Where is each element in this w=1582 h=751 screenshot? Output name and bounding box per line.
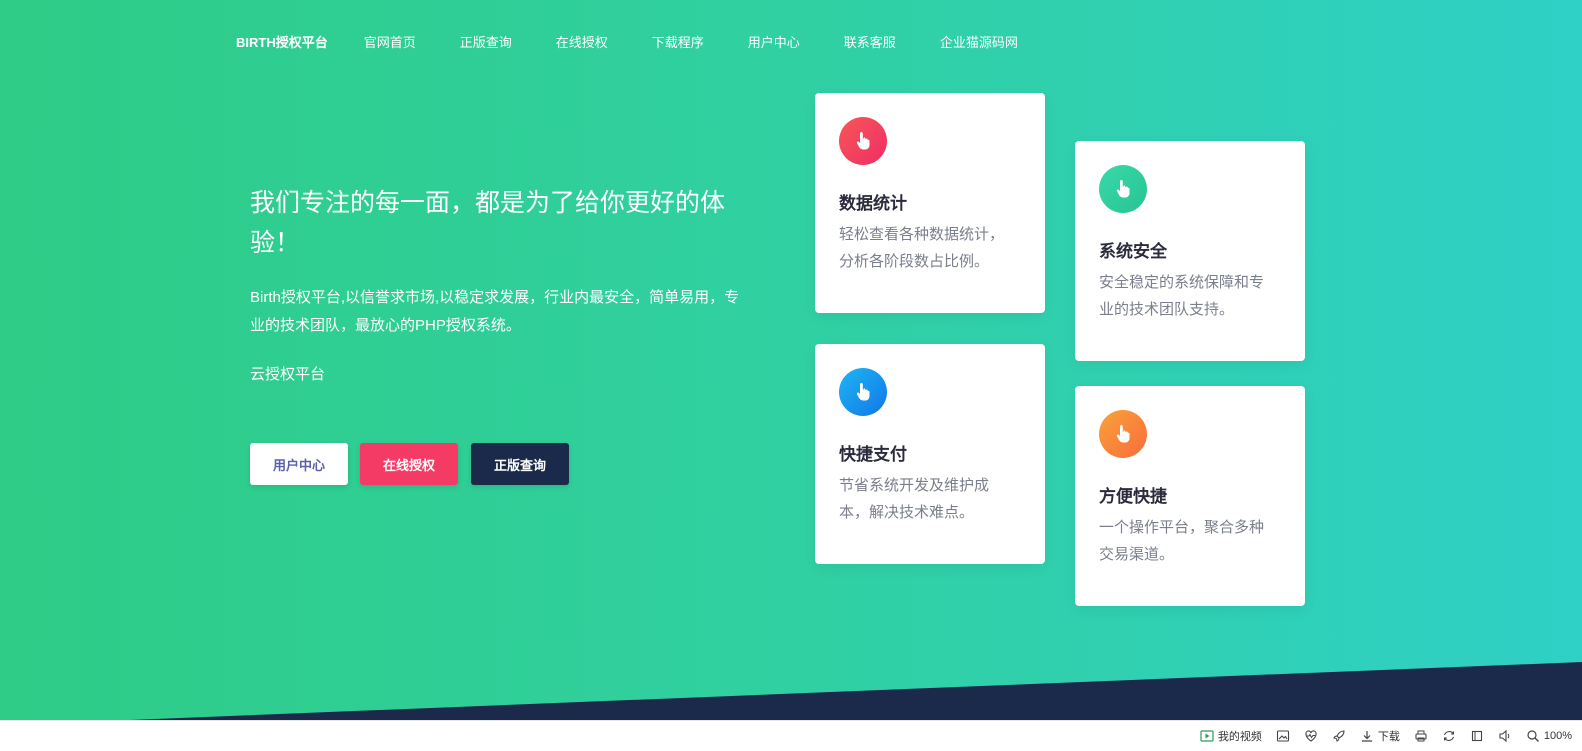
window-icon (1471, 730, 1482, 742)
zoom-level: 100% (1543, 730, 1572, 742)
accelerate-button[interactable] (1332, 729, 1346, 743)
feature-card-data-stats: 数据统计 轻松查看各种数据统计，分析各阶段数占比例。 (815, 93, 1045, 313)
window-button[interactable] (1470, 729, 1484, 743)
my-video-label: 我的视频 (1217, 731, 1262, 743)
feature-title: 数据统计 (839, 194, 907, 213)
feature-title: 快捷支付 (839, 445, 907, 464)
screenshot-button[interactable] (1276, 729, 1290, 743)
my-video-button[interactable]: 我的视频 (1200, 728, 1262, 744)
browser-status-bar: 我的视频 下载 100% (0, 720, 1582, 751)
feature-text: 一个操作平台，聚合多种交易渠道。 (1099, 519, 1265, 563)
hero-section: BIRTH授权平台 官网首页 正版查询 在线授权 下载程序 用户中心 联系客服 … (0, 0, 1582, 720)
print-button[interactable] (1414, 729, 1428, 743)
download-icon (1361, 731, 1372, 742)
health-button[interactable] (1304, 729, 1318, 743)
hero-headline: 我们专注的每一面，都是为了给你更好的体验！ (250, 189, 726, 257)
volume-button[interactable] (1498, 729, 1512, 743)
printer-icon (1415, 730, 1427, 742)
hero-subtitle: 云授权平台 (250, 366, 326, 383)
feature-card-security: 系统安全 安全稳定的系统保障和专业的技术团队支持。 (1075, 141, 1305, 361)
speaker-icon (1499, 729, 1510, 743)
image-icon (1276, 730, 1289, 742)
video-play-icon (1200, 730, 1214, 742)
refresh-sync-icon (1443, 731, 1454, 741)
feature-title: 方便快捷 (1099, 487, 1167, 506)
feature-text: 安全稳定的系统保障和专业的技术团队支持。 (1099, 274, 1265, 318)
download-button[interactable]: 下载 (1360, 728, 1400, 744)
feature-text: 轻松查看各种数据统计，分析各阶段数占比例。 (839, 226, 1005, 270)
nav-item-download[interactable]: 下载程序 (652, 32, 704, 51)
user-center-button[interactable]: 用户中心 (250, 443, 348, 485)
nav-item-contact[interactable]: 联系客服 (844, 32, 896, 51)
feature-title: 系统安全 (1099, 242, 1167, 261)
zoom-button[interactable]: 100% (1526, 729, 1572, 743)
thumbs-up-icon (839, 368, 887, 416)
rocket-icon (1333, 730, 1345, 742)
thumbs-up-icon (1099, 410, 1147, 458)
nav-item-online-auth[interactable]: 在线授权 (556, 32, 608, 51)
brand-logo-text[interactable]: BIRTH授权平台 (236, 32, 328, 51)
nav-item-user-center[interactable]: 用户中心 (748, 32, 800, 51)
hero-description: Birth授权平台,以信誉求市场,以稳定求发展，行业内最安全，简单易用，专业的技… (250, 289, 740, 334)
top-nav: BIRTH授权平台 官网首页 正版查询 在线授权 下载程序 用户中心 联系客服 … (236, 30, 1062, 52)
hero-bottom-band (130, 662, 1582, 720)
nav-item-enterprise-site[interactable]: 企业猫源码网 (940, 32, 1018, 51)
download-label: 下载 (1377, 731, 1400, 743)
thumbs-up-icon (839, 117, 887, 165)
feature-card-payment: 快捷支付 节省系统开发及维护成本，解决技术难点。 (815, 344, 1045, 564)
nav-item-home[interactable]: 官网首页 (364, 32, 416, 51)
genuine-query-button[interactable]: 正版查询 (471, 443, 569, 485)
heart-pulse-icon (1305, 730, 1317, 742)
thumbs-up-icon (1099, 165, 1147, 213)
translate-button[interactable] (1442, 729, 1456, 743)
magnifier-icon (1527, 730, 1539, 742)
feature-card-convenience: 方便快捷 一个操作平台，聚合多种交易渠道。 (1075, 386, 1305, 606)
online-auth-button[interactable]: 在线授权 (360, 443, 458, 485)
feature-text: 节省系统开发及维护成本，解决技术难点。 (839, 477, 990, 521)
nav-item-genuine-query[interactable]: 正版查询 (460, 32, 512, 51)
